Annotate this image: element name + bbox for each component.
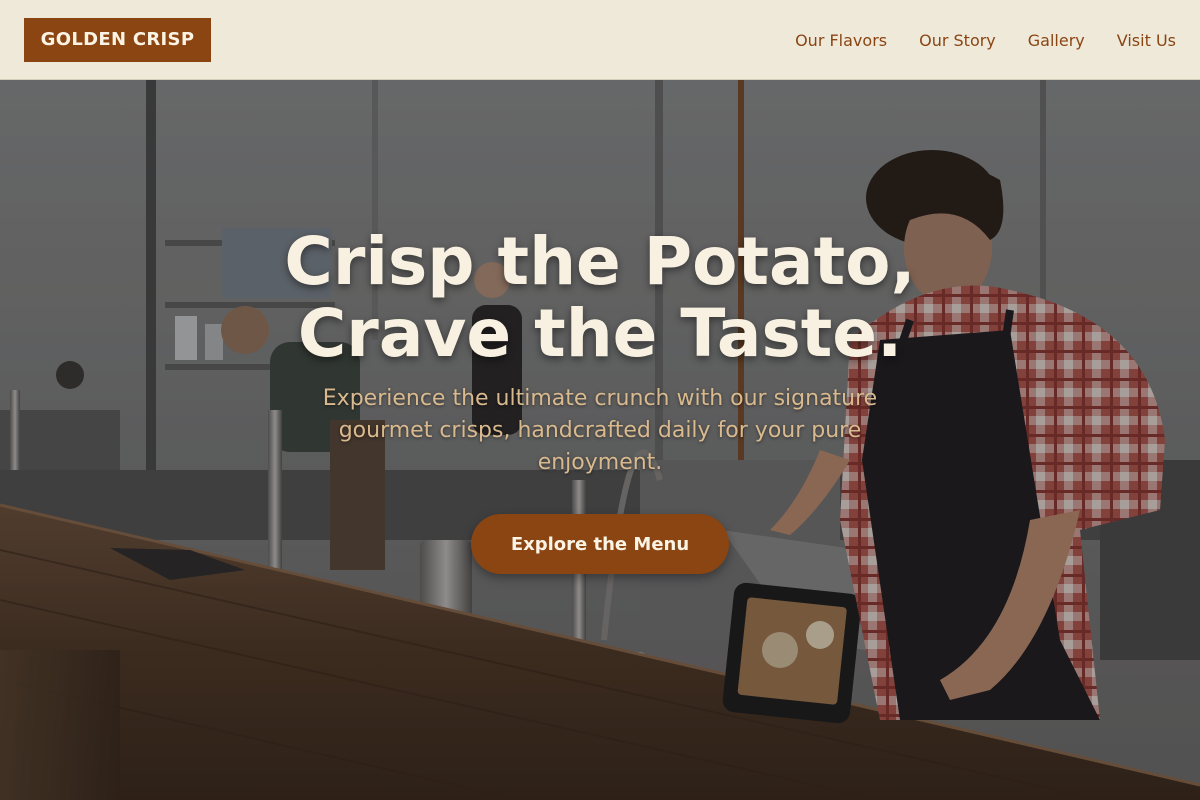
nav-link-our-story[interactable]: Our Story — [919, 31, 996, 50]
nav-link-our-flavors[interactable]: Our Flavors — [795, 31, 887, 50]
nav-link-visit-us[interactable]: Visit Us — [1117, 31, 1176, 50]
hero-title-line-2: Crave the Taste. — [297, 295, 903, 372]
brand-logo[interactable]: GOLDEN CRISP — [24, 18, 211, 62]
explore-menu-button[interactable]: Explore the Menu — [471, 514, 729, 574]
nav-links: Our Flavors Our Story Gallery Visit Us — [763, 0, 1176, 80]
nav-link-gallery[interactable]: Gallery — [1028, 31, 1085, 50]
hero-title: Crisp the Potato, Crave the Taste. — [0, 226, 1200, 370]
hero-subtitle: Experience the ultimate crunch with our … — [322, 386, 878, 475]
hero-section: Crisp the Potato, Crave the Taste. Exper… — [0, 80, 1200, 800]
hero-title-line-1: Crisp the Potato, — [284, 223, 916, 300]
top-navigation: GOLDEN CRISP Our Flavors Our Story Galle… — [0, 0, 1200, 80]
